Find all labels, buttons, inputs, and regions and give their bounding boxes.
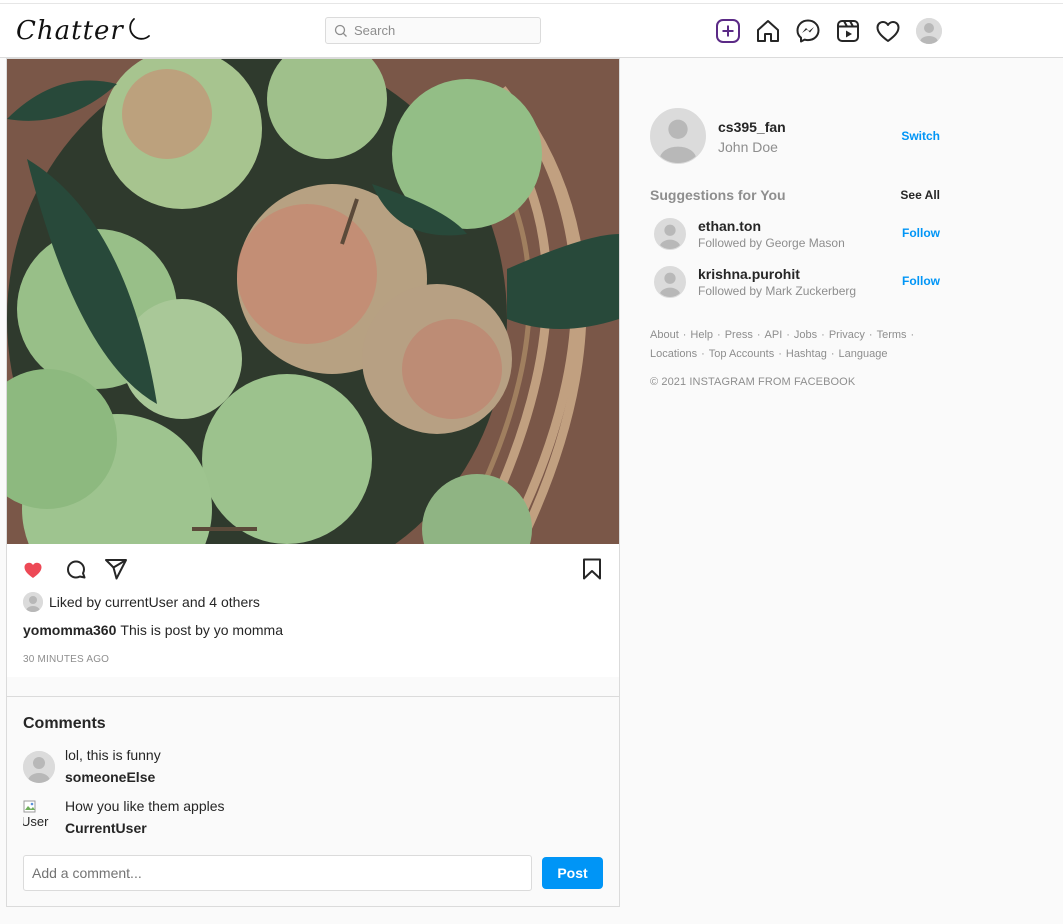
broken-image-alt-text: User	[23, 814, 49, 829]
comment-text: How you like them apples	[65, 798, 225, 814]
footer-links-row-2: Locations · Top Accounts · Hashtag · Language	[650, 348, 888, 360]
footer-link-about[interactable]: About	[650, 329, 679, 341]
post-caption: yomomma360 This is post by yo momma	[23, 622, 283, 638]
comment-icon[interactable]	[64, 558, 88, 582]
comment-avatar[interactable]	[23, 751, 55, 783]
footer-link-top-accounts[interactable]: Top Accounts	[709, 348, 774, 360]
footer-link-help[interactable]: Help	[690, 329, 713, 341]
post-caption-text: This is post by yo momma	[120, 622, 283, 638]
suggestion-item: krishna.purohit Followed by Mark Zuckerb…	[650, 264, 940, 300]
comment-item: User How you like them apples CurrentUse…	[23, 798, 583, 838]
suggestion-avatar[interactable]	[654, 218, 686, 250]
footer-links: About · Help · Press · API · Jobs · Privacy · Terms ·…	[650, 326, 940, 364]
suggestion-followed-by: Followed by George Mason	[698, 236, 845, 250]
footer-link-locations[interactable]: Locations	[650, 348, 697, 360]
search-input[interactable]	[354, 21, 534, 40]
switch-account-button[interactable]: Switch	[901, 129, 940, 143]
comment-text: lol, this is funny	[65, 747, 161, 763]
reels-icon[interactable]	[834, 17, 862, 45]
post-actions-area: Liked by currentUser and 4 others yomomm…	[7, 544, 619, 677]
see-all-button[interactable]: See All	[900, 188, 940, 202]
post-card: Liked by currentUser and 4 others yomomm…	[6, 58, 620, 907]
follow-button[interactable]: Follow	[902, 274, 940, 288]
comments-heading: Comments	[23, 715, 106, 732]
footer-link-jobs[interactable]: Jobs	[794, 329, 817, 341]
suggestions-heading: Suggestions for You	[650, 187, 786, 203]
footer-links-row-1: About · Help · Press · API · Jobs · Privacy · Terms ·	[650, 329, 915, 341]
profile-avatar[interactable]	[916, 18, 942, 44]
dark-mode-moon-icon[interactable]	[122, 15, 152, 45]
home-icon[interactable]	[754, 17, 782, 45]
suggestion-username[interactable]: ethan.ton	[698, 218, 761, 234]
post-photo-apples[interactable]	[7, 59, 619, 544]
top-nav-bar: Chatter	[0, 4, 1063, 58]
footer-link-terms[interactable]: Terms	[877, 329, 907, 341]
comments-divider	[7, 696, 619, 697]
comment-username[interactable]: someoneElse	[65, 769, 155, 785]
like-icon[interactable]	[23, 560, 43, 580]
post-author[interactable]: yomomma360	[23, 622, 116, 638]
suggestion-item: ethan.ton Followed by George Mason Follo…	[650, 216, 940, 252]
comment-item: lol, this is funny someoneElse	[23, 747, 583, 787]
bookmark-icon[interactable]	[580, 557, 604, 581]
suggestion-followed-by: Followed by Mark Zuckerberg	[698, 284, 857, 298]
footer-link-language[interactable]: Language	[839, 348, 888, 360]
copyright-text: © 2021 INSTAGRAM FROM FACEBOOK	[650, 376, 856, 388]
current-username[interactable]: cs395_fan	[718, 119, 786, 135]
liked-by-avatar	[23, 592, 43, 612]
add-comment-input[interactable]	[23, 855, 532, 891]
footer-link-privacy[interactable]: Privacy	[829, 329, 865, 341]
share-icon[interactable]	[104, 557, 128, 581]
liked-by-text: Liked by currentUser and 4 others	[49, 594, 260, 610]
current-full-name: John Doe	[718, 139, 778, 155]
search-icon	[334, 24, 347, 37]
heart-icon[interactable]	[874, 17, 902, 45]
footer-link-api[interactable]: API	[765, 329, 783, 341]
suggestion-avatar[interactable]	[654, 266, 686, 298]
current-user-avatar[interactable]	[650, 108, 706, 164]
search-box[interactable]	[325, 17, 541, 44]
post-comment-button[interactable]: Post	[542, 857, 603, 889]
footer-link-press[interactable]: Press	[725, 329, 753, 341]
footer-link-hashtag[interactable]: Hashtag	[786, 348, 827, 360]
broken-image-avatar[interactable]: User	[23, 800, 55, 832]
follow-button[interactable]: Follow	[902, 226, 940, 240]
add-post-icon[interactable]	[714, 17, 742, 45]
broken-image-icon	[23, 800, 36, 813]
suggestion-username[interactable]: krishna.purohit	[698, 266, 800, 282]
comment-username[interactable]: CurrentUser	[65, 820, 147, 836]
messenger-icon[interactable]	[794, 17, 822, 45]
post-timestamp: 30 MINUTES AGO	[23, 654, 110, 665]
liked-by-row[interactable]: Liked by currentUser and 4 others	[23, 592, 260, 612]
app-logo[interactable]: Chatter	[16, 16, 124, 46]
